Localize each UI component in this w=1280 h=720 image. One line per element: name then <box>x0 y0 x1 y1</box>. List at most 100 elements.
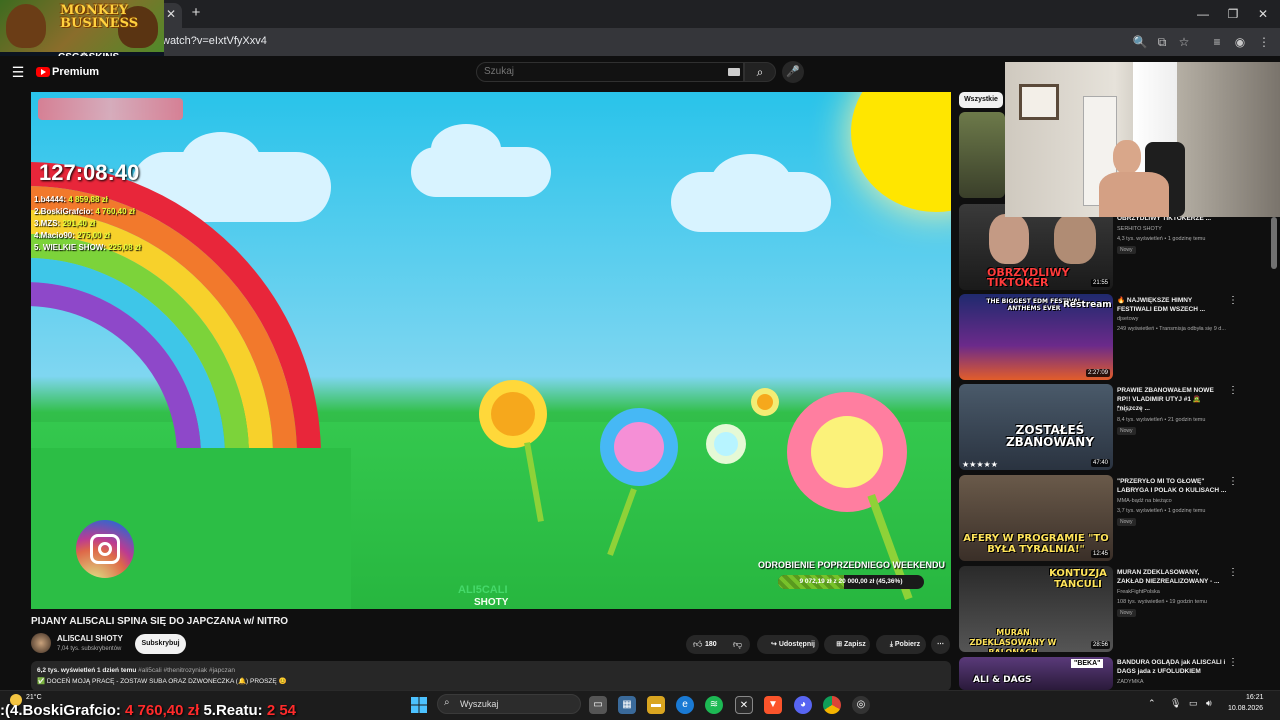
recommendation-title[interactable]: BANDURA OGLĄDA jak ALISCALI i DAGS jada … <box>1117 658 1227 676</box>
like-count[interactable]: 180 <box>705 641 717 648</box>
chrome-icon[interactable] <box>823 696 841 714</box>
weather-temp[interactable]: 21°C <box>26 694 42 701</box>
new-tab-icon[interactable]: + <box>188 5 204 21</box>
video-thumbnail[interactable]: ZOSTAŁEŚ ZBANOWANY ★★★★★ 47:40 <box>959 384 1113 470</box>
grass-field <box>31 448 351 609</box>
minimize-icon[interactable]: — <box>1192 5 1214 23</box>
video-duration: 2:27:09 <box>1085 369 1110 377</box>
leaderboard-name: 3.MZS: <box>34 219 61 228</box>
save-label: Zapisz <box>844 641 866 648</box>
save-button[interactable]: ⊞ Zapisz <box>824 635 870 654</box>
browser-menu-icon[interactable]: ⋮ <box>1256 34 1272 50</box>
video-thumbnail[interactable]: THE BIGGEST EDM FESTIVAL ANTHEMS EVER Re… <box>959 294 1113 380</box>
terminal-icon[interactable]: ✕ <box>735 696 753 714</box>
recommendation-meta: 4,3 tys. wyświetleń • 1 godzinę temu <box>1117 236 1206 242</box>
premium-label[interactable]: Premium <box>52 66 99 78</box>
hamburger-menu-icon[interactable]: ☰ <box>10 64 26 80</box>
flower-graphic <box>714 432 738 456</box>
search-input[interactable] <box>484 66 704 77</box>
video-duration: 28:56 <box>1090 641 1110 649</box>
recommendation-channel[interactable]: SERHITO SHOTY <box>1117 226 1162 232</box>
recommendation-channel[interactable]: djsetowy <box>1117 316 1138 322</box>
close-window-icon[interactable]: ✕ <box>1252 5 1274 23</box>
bookmark-star-icon[interactable]: ☆ <box>1176 34 1192 50</box>
edge-icon[interactable]: e <box>676 696 694 714</box>
person-graphic <box>1054 214 1096 264</box>
subscriber-count: 7,04 tys. subskrybentów <box>57 646 122 652</box>
recommendation-meta: 3,7 tys. wyświetleń • 1 godzinę temu <box>1117 508 1206 514</box>
volume-icon[interactable]: 🔊︎ <box>1206 698 1212 709</box>
spotify-icon[interactable]: ≋ <box>705 696 723 714</box>
recommendation-title[interactable]: MURAN ZDEKLASOWANY, ZAKŁAD NIEZREALIZOWA… <box>1117 568 1227 586</box>
store-icon[interactable]: ▦ <box>618 696 636 714</box>
new-badge: Nowy <box>1117 609 1136 617</box>
url-text[interactable]: watch?v=eIxtVfyXxv4 <box>162 35 267 47</box>
monkey-mascot-icon <box>6 4 46 48</box>
channel-avatar[interactable] <box>31 633 51 653</box>
chip-all[interactable]: Wszystkie <box>959 92 1003 108</box>
video-thumbnail[interactable]: KONTUZJA TANCULI MURAN ZDEKLASOWANY W BA… <box>959 566 1113 652</box>
leaderboard-name: 2.BoskiGrafcio: <box>34 207 94 216</box>
keyboard-icon[interactable] <box>728 68 740 76</box>
ticker-name: 5.Reatu: <box>203 702 263 719</box>
media-control-icon[interactable]: ≡ <box>1209 34 1225 50</box>
description-meta: 6,2 tys. wyświetleń 1 dzień temu #ali5ca… <box>37 667 235 674</box>
recommendation-channel[interactable]: MMA-bądź na bieżąco <box>1117 498 1172 504</box>
zoom-icon[interactable]: 🔍 <box>1132 34 1148 50</box>
microphone-tray-icon[interactable]: 🎙︎ <box>1170 698 1181 709</box>
more-options-icon[interactable]: ⋮ <box>1228 657 1238 668</box>
scrollbar-thumb[interactable] <box>1271 217 1277 269</box>
dislike-icon[interactable]: 👎︎ <box>733 639 742 650</box>
recommendation-title[interactable]: PRAWIE ZBANOWAŁEM NOWE RP!! VLADIMIR UTY… <box>1117 386 1227 413</box>
channel-name[interactable]: ALI5CALI SHOTY <box>57 634 123 643</box>
obs-icon[interactable]: ◎ <box>852 696 870 714</box>
download-button[interactable]: ⤓ Pobierz <box>876 635 926 654</box>
ticker-amount: 4 760,40 zł <box>125 702 200 719</box>
description-text: ✅ DOCEŃ MOJĄ PRACĘ - ZOSTAW SUBA ORAZ DZ… <box>37 678 287 685</box>
task-view-icon[interactable]: ▭ <box>589 696 607 714</box>
brave-icon[interactable]: ▼ <box>764 696 782 714</box>
more-options-icon[interactable]: ⋮ <box>1228 385 1238 396</box>
more-options-icon[interactable]: ⋮ <box>1228 567 1238 578</box>
subscribe-button[interactable]: Subskrybuj <box>135 634 186 654</box>
sun-graphic <box>851 92 951 212</box>
share-button[interactable]: ↪ Udostępnij <box>757 635 819 654</box>
donation-ticker: :(4.BoskiGrafcio: 4 760,40 zł 5.Reatu: 2… <box>0 702 296 719</box>
picture-frame-graphic <box>1019 84 1059 120</box>
discord-icon[interactable]: ◕ <box>794 696 812 714</box>
network-icon[interactable]: ▭ <box>1189 698 1198 709</box>
thumbnail-overlay-text: KONTUZJA TANCULI <box>1049 568 1107 590</box>
hashtags[interactable]: #ali5cali #thenitrozyniak #japczan <box>138 667 235 674</box>
search-button[interactable]: ⌕ <box>744 62 776 82</box>
thumbnail-overlay-text: "BEKA" <box>1071 659 1104 668</box>
leaderboard-row: 3.MZS: 291,40 zł <box>34 219 95 228</box>
recommendation-channel[interactable]: FreakFightPolska <box>1117 589 1160 595</box>
description-box[interactable] <box>31 661 951 691</box>
video-player[interactable] <box>31 92 951 609</box>
taskbar-search[interactable] <box>437 694 581 714</box>
profile-icon[interactable]: ◉ <box>1232 34 1248 50</box>
recommendation-channel[interactable]: ZADYMKA <box>1117 679 1144 685</box>
video-thumbnail[interactable] <box>959 112 1005 198</box>
thumbnail-text: ZOSTAŁEŚ ZBANOWANY <box>1005 423 1095 449</box>
video-thumbnail[interactable]: ALI & DAGS "BEKA" <box>959 657 1113 690</box>
windows-start-icon[interactable] <box>411 697 427 713</box>
restore-icon[interactable]: ❐ <box>1222 5 1244 23</box>
goal-title: ODROBIENIE POPRZEDNIEGO WEEKENDU <box>758 560 946 570</box>
close-tab-icon[interactable]: ✕ <box>162 6 180 22</box>
more-options-icon[interactable]: ⋮ <box>1228 476 1238 487</box>
clock-date[interactable]: 10.08.2026 <box>1228 705 1263 712</box>
file-explorer-icon[interactable]: ▬ <box>647 696 665 714</box>
recommendation-title[interactable]: 🔥 NAJWIĘKSZE HIMNY FESTIWALI EDM WSZECH … <box>1117 296 1227 314</box>
cast-icon[interactable]: ⧉ <box>1154 34 1170 50</box>
youtube-logo-icon[interactable] <box>36 67 50 77</box>
video-thumbnail[interactable]: AFERY W PROGRAMIE "TO BYŁA TYRALNIA!" 12… <box>959 475 1113 561</box>
microphone-icon[interactable]: 🎤 <box>782 61 804 83</box>
like-icon[interactable]: 👍︎ <box>693 639 702 650</box>
more-actions-icon[interactable]: ⋯ <box>931 635 950 654</box>
more-options-icon[interactable]: ⋮ <box>1228 295 1238 306</box>
tray-expand-icon[interactable]: ⌃ <box>1148 698 1156 709</box>
clock-time[interactable]: 16:21 <box>1246 694 1264 701</box>
recommendation-title[interactable]: "PRZERYŁO MI TO GŁOWĘ" LABRYGA I POLAK O… <box>1117 477 1227 495</box>
recommendation-channel[interactable]: LeQu <box>1117 407 1130 413</box>
